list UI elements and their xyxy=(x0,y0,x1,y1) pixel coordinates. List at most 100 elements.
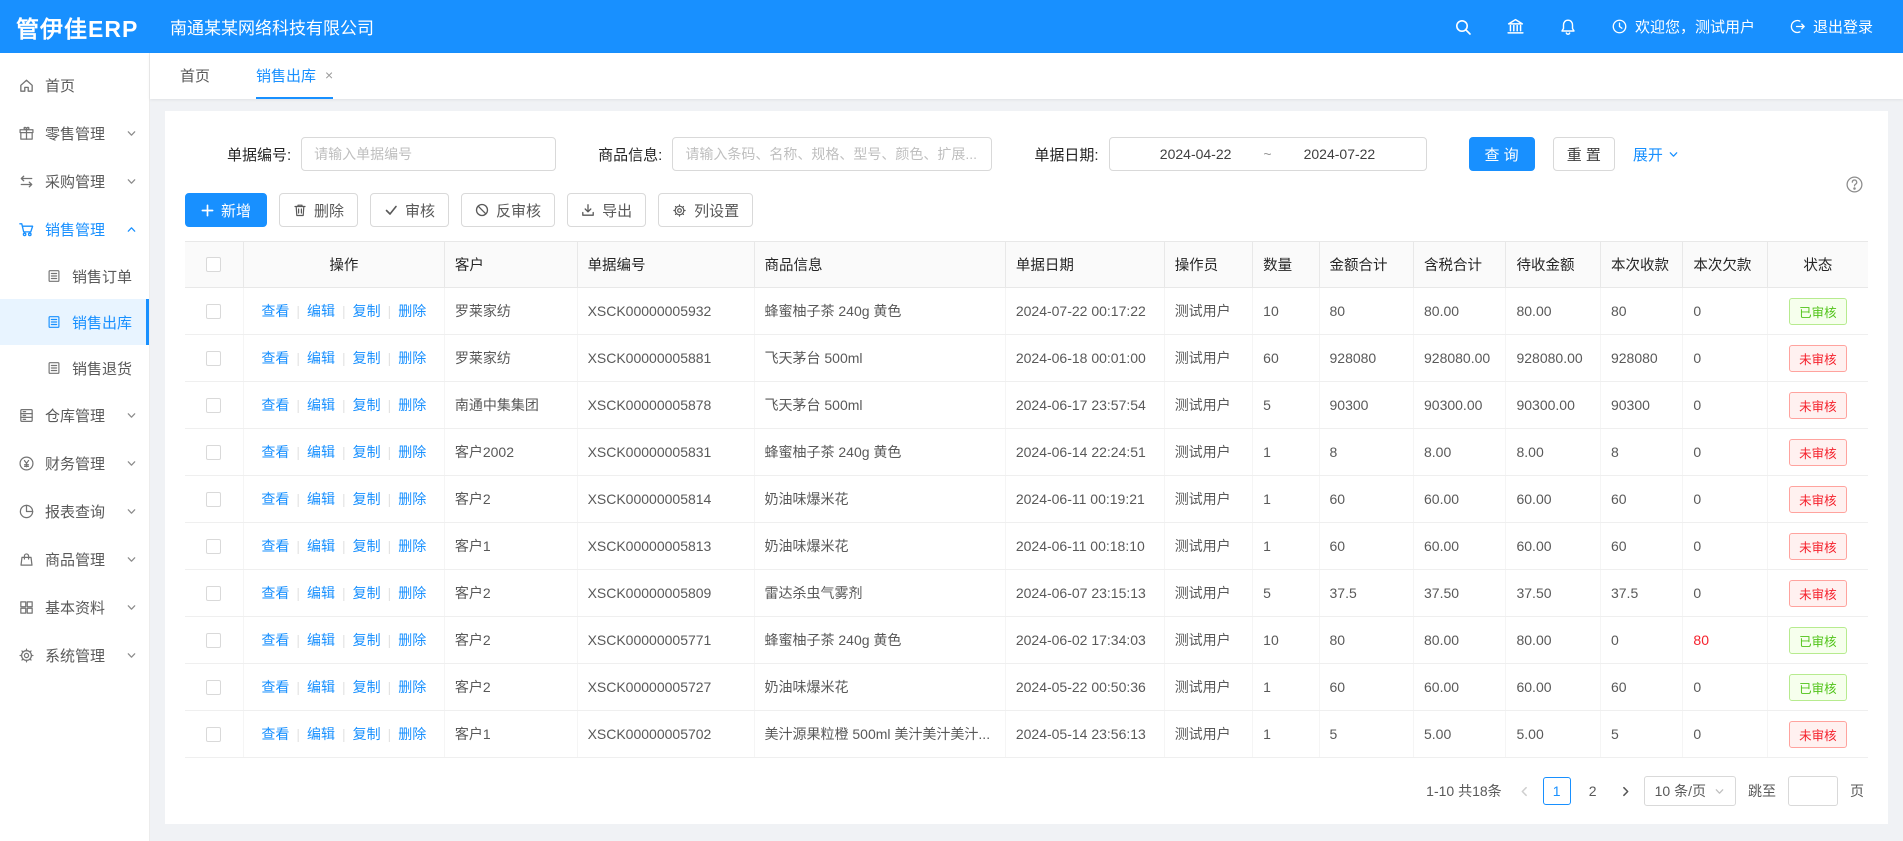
select-all-checkbox[interactable] xyxy=(206,257,221,272)
delete-link[interactable]: 删除 xyxy=(398,726,426,742)
edit-link[interactable]: 编辑 xyxy=(307,444,335,460)
delete-button[interactable]: 删除 xyxy=(279,193,358,227)
sidebar-item-sales-order[interactable]: 销售订单 xyxy=(0,253,149,299)
page-number-1[interactable]: 1 xyxy=(1543,777,1571,805)
view-link[interactable]: 查看 xyxy=(261,679,289,695)
export-button[interactable]: 导出 xyxy=(567,193,646,227)
edit-link[interactable]: 编辑 xyxy=(307,491,335,507)
row-checkbox[interactable] xyxy=(206,445,221,460)
column-header-customer[interactable]: 客户 xyxy=(444,242,577,288)
help-icon[interactable] xyxy=(1845,175,1864,199)
delete-link[interactable]: 删除 xyxy=(398,303,426,319)
search-icon[interactable] xyxy=(1454,18,1472,36)
delete-link[interactable]: 删除 xyxy=(398,444,426,460)
logout-button[interactable]: 退出登录 xyxy=(1789,16,1873,37)
add-button[interactable]: 新增 xyxy=(185,193,267,227)
sidebar-item-purchase-mgmt[interactable]: 采购管理 xyxy=(0,157,149,205)
copy-link[interactable]: 复制 xyxy=(353,444,381,460)
tab-sales-outbound[interactable]: 销售出库 × xyxy=(256,53,333,99)
edit-link[interactable]: 编辑 xyxy=(307,679,335,695)
audit-button[interactable]: 审核 xyxy=(370,193,449,227)
product-info-input[interactable] xyxy=(672,137,992,171)
sidebar-item-report-query[interactable]: 报表查询 xyxy=(0,487,149,535)
welcome-user[interactable]: 欢迎您，测试用户 xyxy=(1611,16,1755,37)
copy-link[interactable]: 复制 xyxy=(353,726,381,742)
view-link[interactable]: 查看 xyxy=(261,397,289,413)
sidebar-item-warehouse-mgmt[interactable]: 仓库管理 xyxy=(0,391,149,439)
page-number-2[interactable]: 2 xyxy=(1579,777,1607,805)
sidebar-item-home[interactable]: 首页 xyxy=(0,61,149,109)
copy-link[interactable]: 复制 xyxy=(353,350,381,366)
copy-link[interactable]: 复制 xyxy=(353,585,381,601)
jump-to-input[interactable] xyxy=(1788,776,1838,806)
column-settings-button[interactable]: 列设置 xyxy=(658,193,753,227)
row-checkbox[interactable] xyxy=(206,633,221,648)
page-size-select[interactable]: 10 条/页 xyxy=(1644,776,1736,806)
column-header-operator[interactable]: 操作员 xyxy=(1164,242,1252,288)
column-header-qty[interactable]: 数量 xyxy=(1253,242,1319,288)
delete-link[interactable]: 删除 xyxy=(398,538,426,554)
copy-link[interactable]: 复制 xyxy=(353,679,381,695)
view-link[interactable]: 查看 xyxy=(261,444,289,460)
search-button[interactable]: 查 询 xyxy=(1469,137,1535,171)
column-header-actions[interactable]: 操作 xyxy=(243,242,444,288)
sidebar-item-sales-outbound[interactable]: 销售出库 xyxy=(0,299,149,345)
column-header-date[interactable]: 单据日期 xyxy=(1005,242,1164,288)
column-header-owed[interactable]: 本次欠款 xyxy=(1683,242,1767,288)
date-from-value[interactable]: 2024-04-22 xyxy=(1160,146,1232,162)
edit-link[interactable]: 编辑 xyxy=(307,585,335,601)
delete-link[interactable]: 删除 xyxy=(398,585,426,601)
doc-no-input[interactable] xyxy=(301,137,556,171)
delete-link[interactable]: 删除 xyxy=(398,397,426,413)
column-header-amount[interactable]: 金额合计 xyxy=(1319,242,1414,288)
column-header-product[interactable]: 商品信息 xyxy=(754,242,1005,288)
view-link[interactable]: 查看 xyxy=(261,726,289,742)
prev-page-button[interactable] xyxy=(1518,785,1531,798)
edit-link[interactable]: 编辑 xyxy=(307,350,335,366)
edit-link[interactable]: 编辑 xyxy=(307,303,335,319)
row-checkbox[interactable] xyxy=(206,727,221,742)
view-link[interactable]: 查看 xyxy=(261,303,289,319)
delete-link[interactable]: 删除 xyxy=(398,632,426,648)
edit-link[interactable]: 编辑 xyxy=(307,632,335,648)
sidebar-item-system-mgmt[interactable]: 系统管理 xyxy=(0,631,149,679)
view-link[interactable]: 查看 xyxy=(261,350,289,366)
column-header-doc_no[interactable]: 单据编号 xyxy=(577,242,754,288)
bank-home-icon[interactable] xyxy=(1506,17,1525,36)
copy-link[interactable]: 复制 xyxy=(353,303,381,319)
delete-link[interactable]: 删除 xyxy=(398,679,426,695)
next-page-button[interactable] xyxy=(1619,785,1632,798)
view-link[interactable]: 查看 xyxy=(261,538,289,554)
unaudit-button[interactable]: 反审核 xyxy=(461,193,555,227)
bell-icon[interactable] xyxy=(1559,18,1577,36)
column-header-tax_total[interactable]: 含税合计 xyxy=(1414,242,1506,288)
copy-link[interactable]: 复制 xyxy=(353,491,381,507)
sidebar-item-basic-data[interactable]: 基本资料 xyxy=(0,583,149,631)
row-checkbox[interactable] xyxy=(206,398,221,413)
edit-link[interactable]: 编辑 xyxy=(307,538,335,554)
sidebar-item-product-mgmt[interactable]: 商品管理 xyxy=(0,535,149,583)
sidebar-item-retail-mgmt[interactable]: 零售管理 xyxy=(0,109,149,157)
row-checkbox[interactable] xyxy=(206,492,221,507)
row-checkbox[interactable] xyxy=(206,680,221,695)
edit-link[interactable]: 编辑 xyxy=(307,397,335,413)
date-to-value[interactable]: 2024-07-22 xyxy=(1304,146,1376,162)
reset-button[interactable]: 重 置 xyxy=(1553,137,1615,171)
copy-link[interactable]: 复制 xyxy=(353,397,381,413)
column-header-status[interactable]: 状态 xyxy=(1767,242,1868,288)
row-checkbox[interactable] xyxy=(206,586,221,601)
column-header-received[interactable]: 本次收款 xyxy=(1600,242,1682,288)
delete-link[interactable]: 删除 xyxy=(398,350,426,366)
delete-link[interactable]: 删除 xyxy=(398,491,426,507)
copy-link[interactable]: 复制 xyxy=(353,632,381,648)
date-range-picker[interactable]: 2024-04-22 ~ 2024-07-22 xyxy=(1109,137,1427,171)
sidebar-item-sales-mgmt[interactable]: 销售管理 xyxy=(0,205,149,253)
row-checkbox[interactable] xyxy=(206,539,221,554)
column-header-receivable[interactable]: 待收金额 xyxy=(1506,242,1601,288)
sidebar-item-sales-return[interactable]: 销售退货 xyxy=(0,345,149,391)
tab-home[interactable]: 首页 xyxy=(180,53,210,99)
tab-close-icon[interactable]: × xyxy=(325,67,333,83)
view-link[interactable]: 查看 xyxy=(261,632,289,648)
expand-toggle[interactable]: 展开 xyxy=(1633,144,1679,165)
sidebar-item-finance-mgmt[interactable]: 财务管理 xyxy=(0,439,149,487)
